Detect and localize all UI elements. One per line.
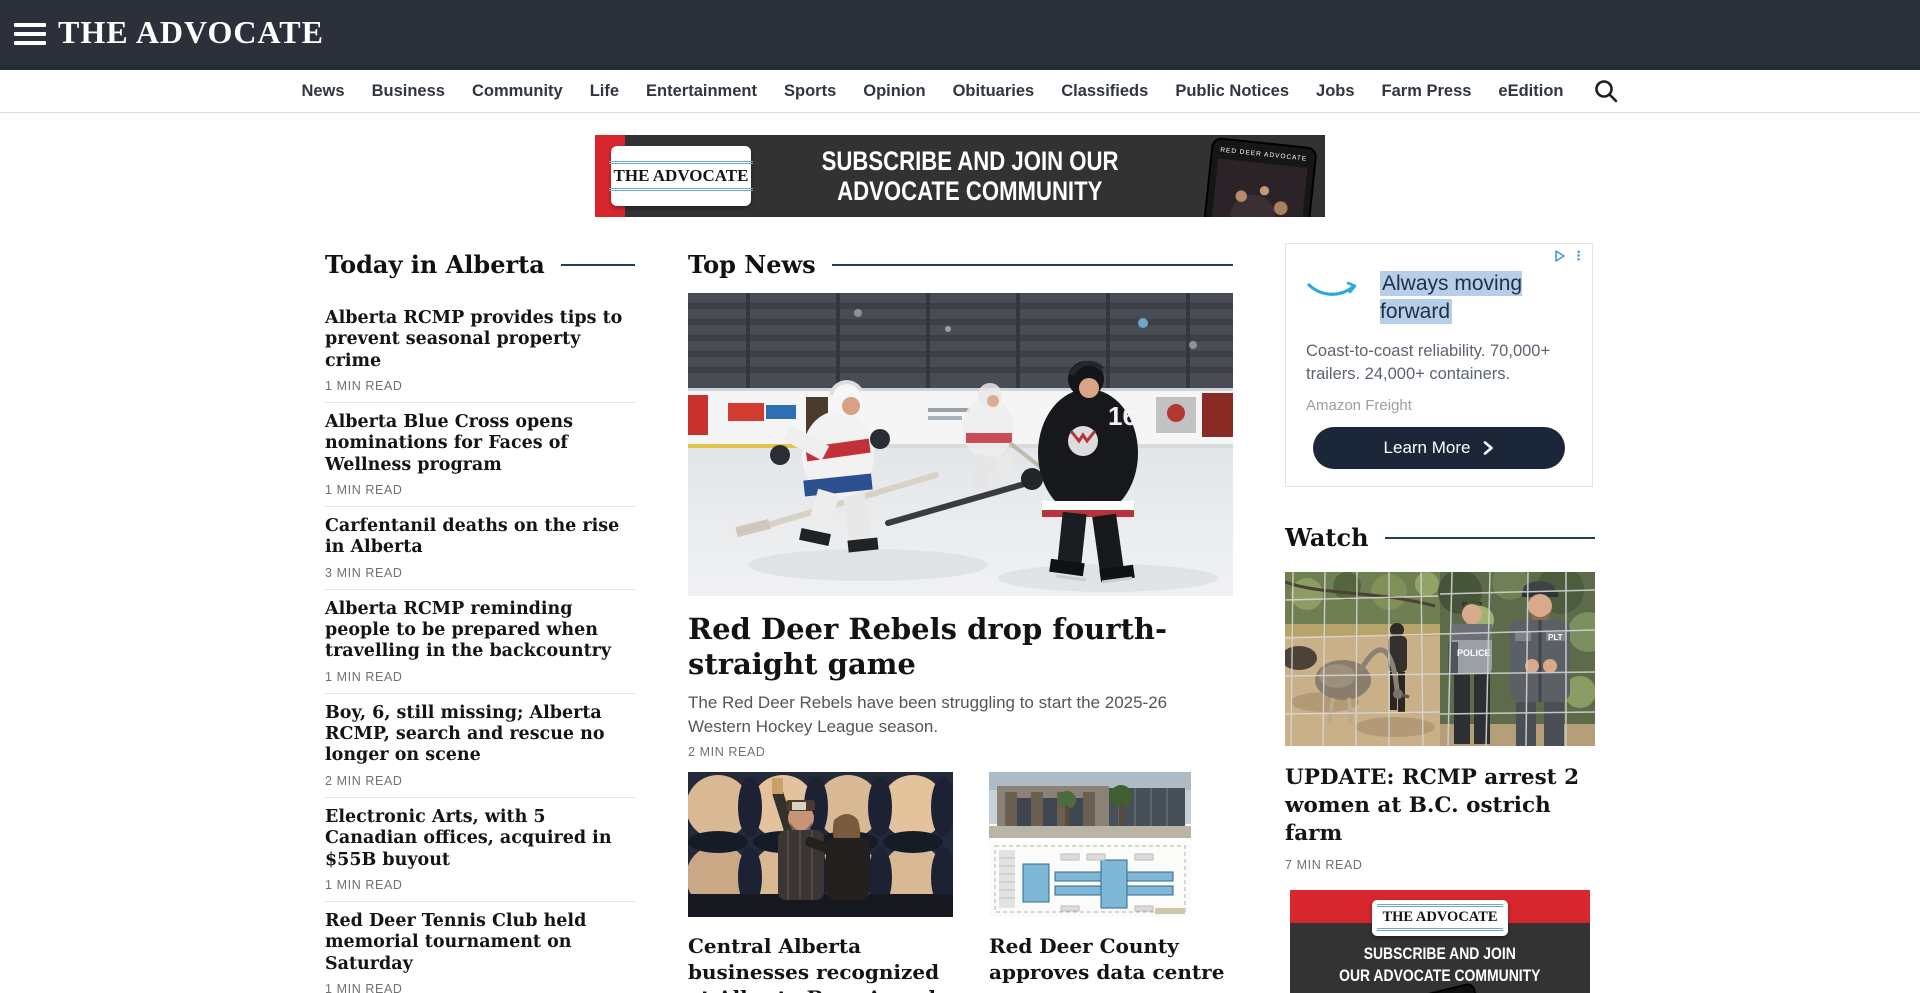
- today-heading-row: Today in Alberta: [325, 250, 635, 279]
- nav-item-obituaries[interactable]: Obituaries: [953, 82, 1035, 101]
- today-article[interactable]: Carfentanil deaths on the rise in Albert…: [325, 507, 635, 590]
- adchoices-controls: ⋮: [1553, 249, 1585, 263]
- banner-line1: SUBSCRIBE AND JOIN OUR: [822, 146, 1119, 176]
- today-article[interactable]: Boy, 6, still missing; Alberta RCMP, sea…: [325, 694, 635, 798]
- subscribe-masthead-box: THE ADVOCATE: [1372, 900, 1508, 936]
- read-time: 1 MIN READ: [325, 878, 635, 892]
- read-time: 1 MIN READ: [325, 670, 635, 684]
- site-logo[interactable]: THE ADVOCATE: [58, 0, 324, 65]
- data-centre-photo[interactable]: [989, 772, 1191, 917]
- article-title[interactable]: Alberta RCMP reminding people to be prep…: [325, 599, 635, 663]
- subscribe-banner-ad[interactable]: THE ADVOCATE SUBSCRIBE AND JOIN OUR ADVO…: [595, 135, 1325, 217]
- amazon-smile-logo: [1306, 280, 1360, 300]
- ad-menu-icon[interactable]: ⋮: [1572, 249, 1585, 262]
- ostrich-farm-photo[interactable]: POLICE PLT: [1285, 572, 1595, 746]
- article-title[interactable]: Electronic Arts, with 5 Canadian offices…: [325, 807, 635, 871]
- read-time: 7 MIN READ: [1285, 858, 1595, 872]
- hockey-photo[interactable]: 16: [688, 293, 1233, 596]
- watch-heading-row: Watch: [1285, 523, 1595, 552]
- nav-item-business[interactable]: Business: [372, 82, 445, 101]
- nav-item-farm-press[interactable]: Farm Press: [1382, 82, 1472, 101]
- heading-rule: [1385, 537, 1595, 539]
- main-nav: News Business Community Life Entertainme…: [0, 70, 1920, 113]
- subscribe-text: SUBSCRIBE AND JOIN OUR ADVOCATE COMMUNIT…: [1290, 943, 1590, 987]
- nav-item-news[interactable]: News: [301, 82, 344, 101]
- lead-description: The Red Deer Rebels have been struggling…: [688, 691, 1233, 740]
- read-time: 1 MIN READ: [325, 982, 635, 993]
- nav-item-opinion[interactable]: Opinion: [863, 82, 925, 101]
- lead-headline[interactable]: Red Deer Rebels drop fourth-straight gam…: [688, 612, 1233, 682]
- banner-line2: ADVOCATE COMMUNITY: [837, 176, 1102, 206]
- story-card-beer-awards[interactable]: Central Alberta businesses recognized at…: [688, 772, 953, 993]
- nav-item-eedition[interactable]: eEdition: [1498, 82, 1563, 101]
- search-icon[interactable]: [1593, 78, 1619, 104]
- read-time: 1 MIN READ: [325, 379, 635, 393]
- today-in-alberta-section: Today in Alberta Alberta RCMP provides t…: [325, 250, 635, 993]
- today-article[interactable]: Alberta Blue Cross opens nominations for…: [325, 403, 635, 507]
- watch-story-title[interactable]: UPDATE: RCMP arrest 2 women at B.C. ostr…: [1285, 764, 1595, 848]
- subscribe-line2: OUR ADVOCATE COMMUNITY: [1339, 965, 1540, 987]
- today-heading: Today in Alberta: [325, 250, 545, 279]
- banner-phone-photo: [1210, 158, 1308, 217]
- today-article[interactable]: Electronic Arts, with 5 Canadian offices…: [325, 798, 635, 902]
- read-time: 3 MIN READ: [325, 566, 635, 580]
- page: THE ADVOCATE News Business Community Lif…: [0, 0, 1920, 993]
- nav-item-entertainment[interactable]: Entertainment: [646, 82, 757, 101]
- nav-item-jobs[interactable]: Jobs: [1316, 82, 1355, 101]
- article-title[interactable]: Carfentanil deaths on the rise in Albert…: [325, 516, 635, 559]
- jacket-label: PLT: [1548, 633, 1563, 642]
- story-title[interactable]: Central Alberta businesses recognized at…: [688, 933, 953, 993]
- today-article[interactable]: Alberta RCMP provides tips to prevent se…: [325, 299, 635, 403]
- banner-masthead-box: THE ADVOCATE: [611, 146, 751, 206]
- story-card-data-centre[interactable]: Red Deer County approves data centre 2 M…: [989, 772, 1233, 993]
- jersey-number: 16: [1108, 401, 1137, 431]
- watch-heading: Watch: [1285, 523, 1369, 552]
- ad-headline: Always moving forward: [1380, 270, 1565, 326]
- article-title[interactable]: Alberta Blue Cross opens nominations for…: [325, 412, 635, 476]
- subscribe-line1: SUBSCRIBE AND JOIN: [1364, 943, 1516, 965]
- beer-awards-photo[interactable]: [688, 772, 953, 917]
- article-title[interactable]: Alberta RCMP provides tips to prevent se…: [325, 308, 635, 372]
- adchoices-icon[interactable]: [1553, 249, 1567, 263]
- read-time: 2 MIN READ: [688, 745, 1233, 759]
- top-news-section: Top News: [688, 250, 1233, 993]
- read-time: 2 MIN READ: [325, 774, 635, 788]
- amazon-freight-ad[interactable]: ⋮ Always moving forward Coast-to-coast r…: [1285, 243, 1593, 487]
- nav-item-classifieds[interactable]: Classifieds: [1061, 82, 1148, 101]
- today-article[interactable]: Alberta RCMP reminding people to be prep…: [325, 590, 635, 694]
- ad-body-text: Coast-to-coast reliability. 70,000+ trai…: [1306, 340, 1572, 386]
- top-news-heading-row: Top News: [688, 250, 1233, 279]
- banner-masthead-logo: THE ADVOCATE: [609, 161, 754, 191]
- top-news-heading: Top News: [688, 250, 816, 279]
- chevron-right-icon: [1482, 441, 1494, 455]
- police-vest-label: POLICE: [1457, 648, 1491, 658]
- secondary-stories-row: Central Alberta businesses recognized at…: [688, 772, 1233, 993]
- top-bar: THE ADVOCATE: [0, 0, 1920, 70]
- nav-item-community[interactable]: Community: [472, 82, 563, 101]
- heading-rule: [561, 264, 635, 266]
- nav-item-sports[interactable]: Sports: [784, 82, 836, 101]
- banner-phone-mockup: RED DEER ADVOCATE: [1202, 137, 1317, 217]
- article-title[interactable]: Red Deer Tennis Club held memorial tourn…: [325, 911, 635, 975]
- learn-more-button[interactable]: Learn More: [1313, 427, 1565, 469]
- banner-text: SUBSCRIBE AND JOIN OUR ADVOCATE COMMUNIT…: [765, 135, 1175, 217]
- read-time: 1 MIN READ: [325, 483, 635, 497]
- today-article[interactable]: Red Deer Tennis Club held memorial tourn…: [325, 902, 635, 993]
- menu-icon[interactable]: [14, 23, 46, 45]
- nav-item-public-notices[interactable]: Public Notices: [1175, 82, 1289, 101]
- ad-logo-row: Always moving forward: [1306, 270, 1572, 326]
- heading-rule: [832, 264, 1233, 266]
- ad-advertiser: Amazon Freight: [1306, 397, 1572, 414]
- article-title[interactable]: Boy, 6, still missing; Alberta RCMP, sea…: [325, 703, 635, 767]
- subscribe-box-ad[interactable]: THE ADVOCATE SUBSCRIBE AND JOIN OUR ADVO…: [1290, 890, 1590, 993]
- learn-more-label: Learn More: [1384, 438, 1471, 458]
- right-column: ⋮ Always moving forward Coast-to-coast r…: [1285, 243, 1595, 993]
- story-title[interactable]: Red Deer County approves data centre: [989, 933, 1233, 985]
- subscribe-masthead-logo: THE ADVOCATE: [1377, 904, 1502, 931]
- nav-item-life[interactable]: Life: [590, 82, 619, 101]
